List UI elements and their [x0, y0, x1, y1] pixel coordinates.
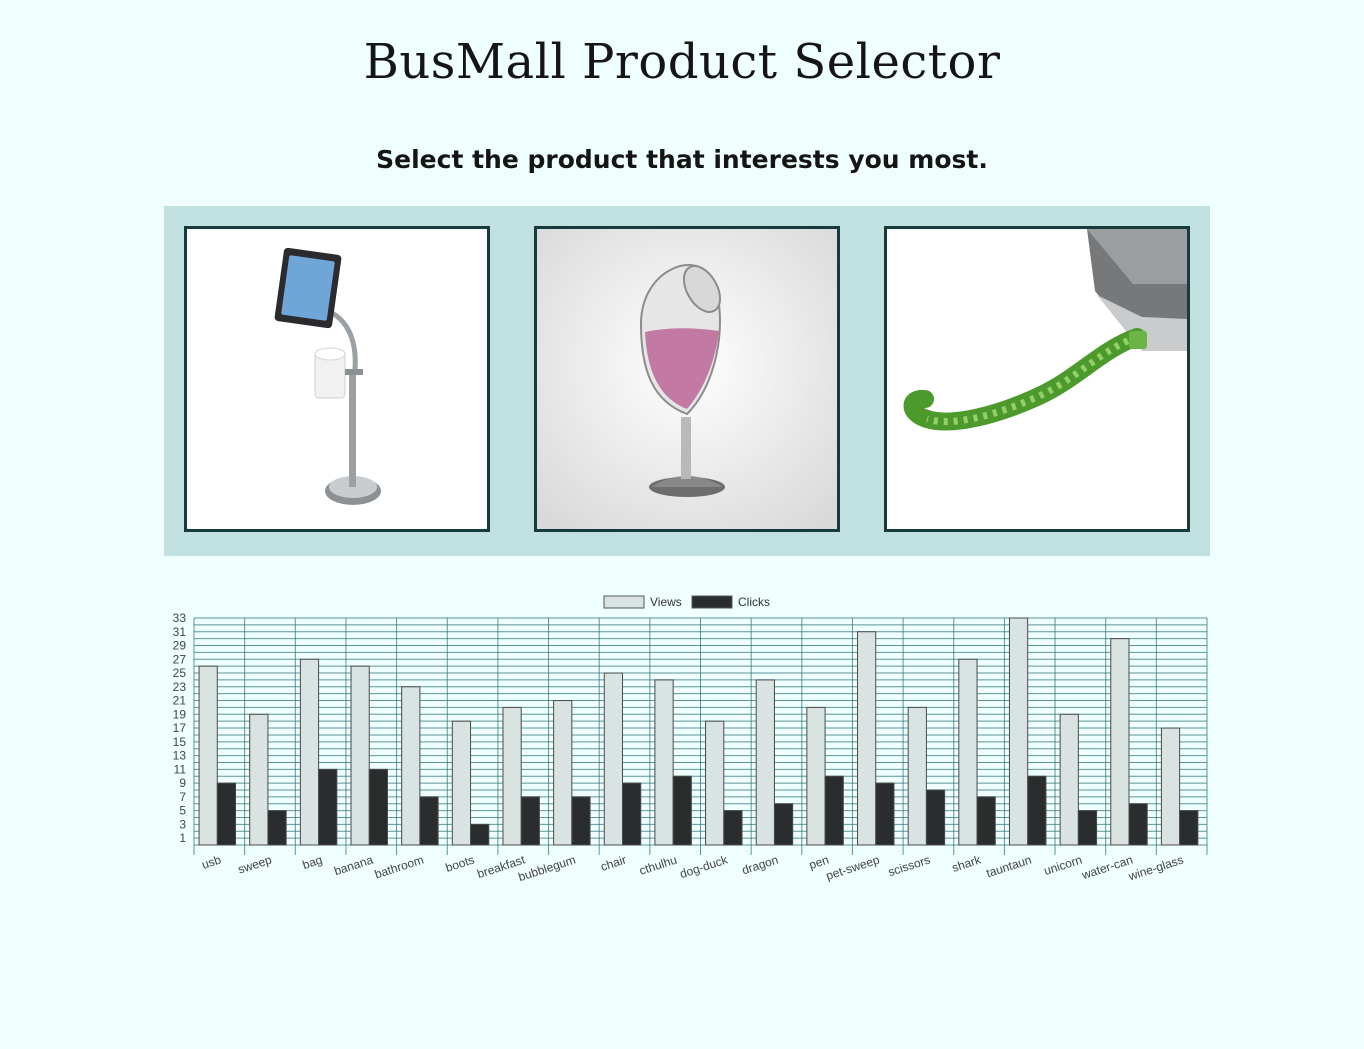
views-bar-bathroom: [401, 686, 421, 846]
clicks-bar-water-can: [1128, 803, 1148, 846]
instructions-text: Select the product that interests you mo…: [376, 145, 988, 174]
views-bar-dragon: [755, 679, 775, 846]
views-bar-scissors: [907, 706, 927, 846]
y-tick-label: 33: [173, 611, 187, 625]
legend-clicks-swatch: [691, 595, 733, 609]
x-tick-label-pet-sweep: pet-sweep: [824, 852, 881, 883]
views-bar-bubblegum: [553, 700, 573, 846]
y-tick-label: 1: [179, 831, 186, 845]
legend-views-swatch: [603, 595, 645, 609]
clicks-bar-boots: [470, 823, 490, 846]
clicks-bar-wine-glass: [1179, 810, 1199, 846]
x-tick-label-dog-duck: dog-duck: [678, 852, 730, 881]
x-tick-label-banana: banana: [332, 852, 375, 878]
legend-clicks-label: Clicks: [738, 595, 770, 609]
x-tick-label-chair: chair: [599, 853, 628, 874]
y-tick-label: 11: [174, 762, 187, 776]
x-tick-label-boots: boots: [444, 853, 476, 875]
wine-glass-image: [537, 229, 837, 529]
clicks-bar-bubblegum: [571, 796, 591, 846]
product-option-3[interactable]: [884, 226, 1190, 532]
results-chart: Views Clicks 1 3 5 7 9 11 13 15 17 19 21 23 25 27 29 31…: [164, 586, 1210, 886]
clicks-bar-shark: [976, 796, 996, 846]
y-tick-label: 25: [173, 666, 187, 680]
x-tick-label-shark: shark: [950, 852, 983, 875]
x-tick-label-water-can: water-can: [1079, 853, 1134, 883]
y-tick-label: 15: [173, 735, 187, 749]
legend-views-label: Views: [650, 595, 682, 609]
y-tick-label: 17: [173, 721, 187, 735]
y-tick-label: 19: [173, 707, 187, 721]
views-bar-boots: [451, 720, 472, 846]
clicks-bar-bag: [318, 768, 338, 846]
results-bar-chart: Views Clicks 135791113151719212325272931…: [173, 595, 1208, 885]
clicks-bar-usb: [216, 782, 237, 846]
product-option-1[interactable]: [184, 226, 490, 532]
x-tick-label-cthulhu: cthulhu: [637, 853, 678, 878]
views-bar-tauntaun: [1008, 617, 1029, 846]
page-title: BusMall Product Selector: [363, 34, 1001, 90]
y-tick-label: 5: [179, 804, 186, 818]
views-bar-cthulhu: [654, 679, 674, 846]
y-tick-label: 3: [179, 817, 186, 831]
views-bar-sweep: [249, 713, 269, 846]
y-tick-label: 29: [173, 639, 187, 653]
chart-legend: Views Clicks: [603, 595, 770, 609]
y-tick-label: 13: [173, 749, 187, 763]
views-bar-usb: [198, 665, 218, 846]
y-tick-label: 27: [173, 652, 187, 666]
y-tick-label: 31: [173, 625, 187, 639]
views-bar-shark: [958, 658, 978, 846]
product-option-2[interactable]: [534, 226, 840, 532]
views-bar-banana: [350, 665, 370, 846]
views-bar-breakfast: [502, 706, 522, 846]
x-tick-label-unicorn: unicorn: [1042, 853, 1084, 878]
clicks-bar-pet-sweep: [875, 782, 895, 846]
x-tick-label-usb: usb: [200, 852, 223, 871]
clicks-bar-breakfast: [520, 796, 540, 846]
y-tick-label: 9: [179, 776, 186, 790]
clicks-bar-scissors: [925, 789, 946, 846]
x-tick-label-bubblegum: bubblegum: [517, 853, 578, 885]
views-bar-wine-glass: [1160, 727, 1181, 846]
clicks-bar-pen: [824, 775, 844, 846]
views-bar-bag: [299, 658, 320, 846]
clicks-bar-dog-duck: [723, 810, 743, 846]
usb-tentacle-image: [887, 229, 1187, 529]
views-bar-chair: [603, 672, 623, 846]
product-panel: [164, 206, 1210, 556]
x-tick-label-tauntaun: tauntaun: [984, 853, 1033, 881]
views-bar-unicorn: [1059, 713, 1079, 846]
x-tick-label-bag: bag: [301, 853, 324, 873]
clicks-bar-bathroom: [419, 796, 439, 846]
x-tick-label-dragon: dragon: [740, 853, 780, 878]
clicks-bar-sweep: [267, 810, 287, 846]
y-tick-label: 7: [179, 790, 186, 804]
views-bar-pen: [806, 706, 826, 846]
views-bar-water-can: [1110, 638, 1130, 846]
y-tick-label: 23: [173, 680, 187, 694]
x-tick-label-sweep: sweep: [236, 852, 274, 876]
clicks-bar-dragon: [773, 803, 794, 846]
x-tick-label-wine-glass: wine-glass: [1126, 853, 1185, 884]
views-bar-dog-duck: [705, 720, 725, 846]
clicks-bar-tauntaun: [1027, 775, 1047, 846]
clicks-bar-banana: [368, 768, 388, 846]
clicks-bar-unicorn: [1077, 810, 1098, 846]
views-bar-pet-sweep: [857, 631, 877, 846]
bathroom-stand-image: [187, 229, 487, 529]
x-tick-label-scissors: scissors: [886, 853, 932, 880]
clicks-bar-cthulhu: [672, 775, 692, 846]
x-tick-label-bathroom: bathroom: [373, 853, 426, 882]
clicks-bar-chair: [621, 782, 642, 846]
y-tick-label: 21: [173, 694, 187, 708]
